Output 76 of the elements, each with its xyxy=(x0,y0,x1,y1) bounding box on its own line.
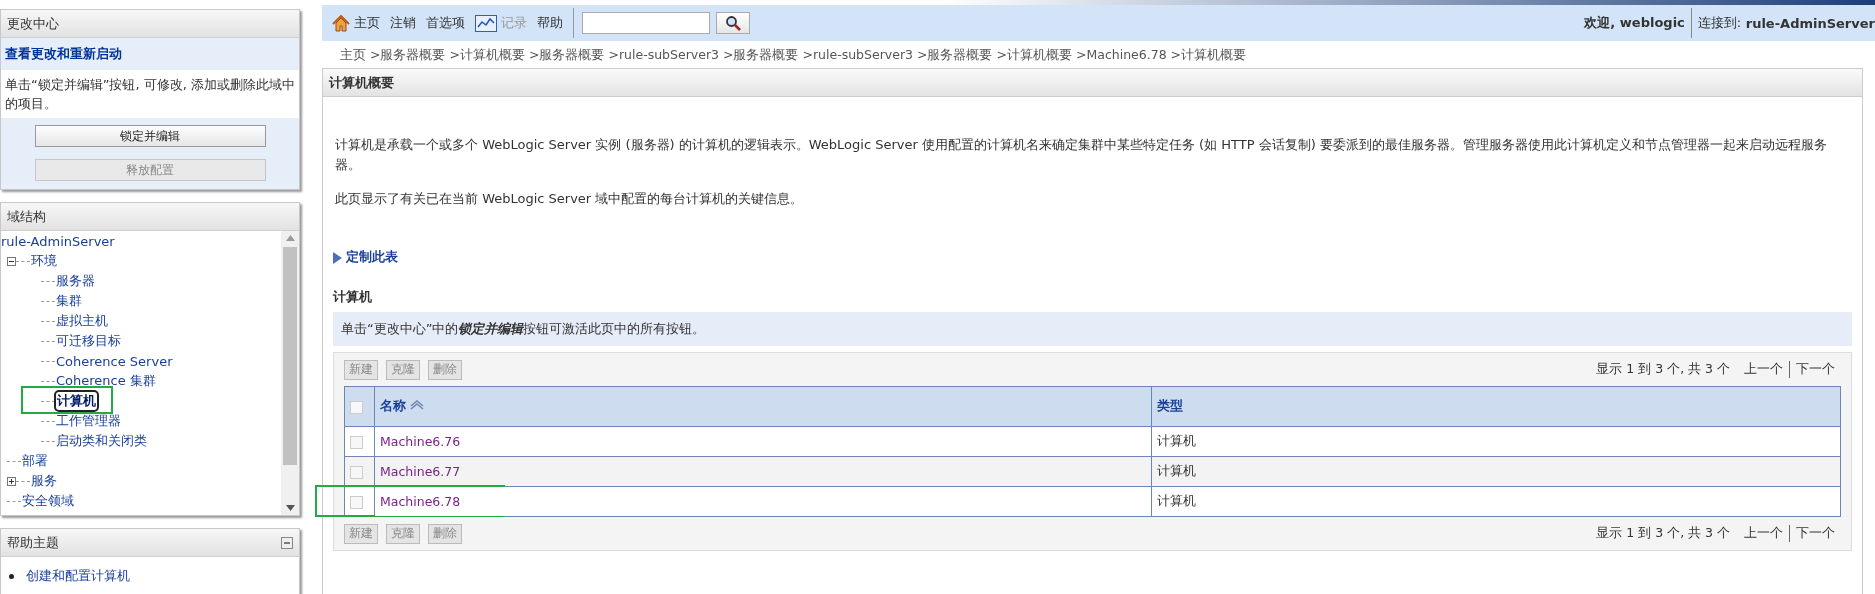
search-field[interactable] xyxy=(582,12,710,34)
tree-item[interactable]: Coherence Server xyxy=(56,353,173,369)
breadcrumb-link[interactable]: >计算机概要 xyxy=(449,47,525,68)
column-header[interactable]: 类型 xyxy=(1151,386,1841,427)
breadcrumb-link[interactable]: >服务器概要 xyxy=(723,47,799,68)
page-title: 计算机概要 xyxy=(329,73,394,92)
change-center-button[interactable]: 锁定并编辑 xyxy=(34,125,266,147)
breadcrumb-link[interactable]: >rule-subServer3 xyxy=(608,47,719,68)
search-icon xyxy=(725,15,741,31)
tree-item[interactable]: 部署 xyxy=(22,452,48,470)
welcome-text: 欢迎, weblogic xyxy=(1584,8,1692,38)
panel-title: 域结构 xyxy=(7,207,46,226)
tree-item[interactable]: 启动类和关闭类 xyxy=(56,432,147,450)
toolbar-link[interactable]: 帮助 xyxy=(537,14,563,32)
tree-item[interactable]: Coherence 集群 xyxy=(56,372,156,390)
breadcrumb-link[interactable]: >Machine6.78 xyxy=(1075,47,1167,68)
breadcrumb-link[interactable]: >服务器概要 xyxy=(528,47,605,68)
panel-title: 帮助主题 xyxy=(7,533,59,552)
row-checkbox[interactable] xyxy=(350,436,363,449)
bullet-icon xyxy=(9,573,14,579)
sort-icon xyxy=(410,400,424,410)
notice-text: 单击“更改中心”中的锁定并编辑按钮可激活此页中的所有按钮。 xyxy=(333,312,1852,346)
customize-table-link[interactable]: 定制此表 xyxy=(333,249,1862,266)
server-name: rule-AdminServer xyxy=(1744,15,1875,31)
pagination-summary: 显示 1 到 3 个, 共 3 个 xyxy=(1596,525,1730,542)
tree-item[interactable]: 虚拟主机 xyxy=(56,312,108,330)
description-text: 此页显示了有关已在当前 WebLogic Server 域中配置的每台计算机的关键信息。 xyxy=(334,190,805,208)
search-button[interactable] xyxy=(716,12,750,34)
tree-item[interactable]: 服务 xyxy=(31,472,57,490)
chart-icon xyxy=(475,14,497,32)
next-link[interactable]: 下一个 xyxy=(1789,361,1841,378)
tree-item[interactable]: 集群 xyxy=(56,292,82,310)
toolbar-link[interactable]: 注销 xyxy=(390,14,416,32)
breadcrumb-link[interactable]: 主页 xyxy=(340,47,366,68)
change-center-message: 单击“锁定并编辑”按钮, 可修改, 添加或删除此域中的项目。 xyxy=(1,70,299,118)
table-cell: 计算机 xyxy=(1151,426,1841,457)
panel-title: 更改中心 xyxy=(7,14,59,33)
breadcrumb-link[interactable]: >计算机概要 xyxy=(1170,47,1247,68)
scroll-down-icon[interactable] xyxy=(285,505,295,511)
tree-item[interactable]: 计算机 xyxy=(56,392,97,410)
scroll-up-icon[interactable] xyxy=(285,235,295,241)
next-link[interactable]: 下一个 xyxy=(1789,525,1841,542)
table-cell: 计算机 xyxy=(1151,486,1841,517)
breadcrumb-link[interactable]: >服务器概要 xyxy=(917,47,993,68)
tree-item[interactable]: 可迁移目标 xyxy=(56,332,121,350)
machine-link[interactable]: Machine6.77 xyxy=(380,464,461,479)
help-link[interactable]: 创建和配置计算机 xyxy=(26,567,130,585)
section-title: 计算机 xyxy=(333,288,373,306)
expand-icon[interactable] xyxy=(7,476,16,486)
pagination-summary: 显示 1 到 3 个, 共 3 个 xyxy=(1596,361,1730,378)
collapse-icon[interactable] xyxy=(7,256,16,266)
breadcrumb-link[interactable]: >服务器概要 xyxy=(370,47,446,68)
tree-item[interactable]: rule-AdminServer xyxy=(1,233,115,249)
tree-item[interactable]: 服务器 xyxy=(56,272,95,290)
view-changes-link[interactable]: 查看更改和重新启动 xyxy=(1,38,299,70)
breadcrumb-link[interactable]: >计算机概要 xyxy=(996,47,1072,68)
column-header[interactable]: 名称 xyxy=(374,386,1152,427)
select-all-checkbox[interactable] xyxy=(350,401,363,414)
expand-triangle-icon xyxy=(333,251,342,264)
breadcrumb-link[interactable]: >rule-subServer3 xyxy=(802,47,913,68)
previous-link[interactable]: 上一个 xyxy=(1738,361,1789,378)
row-checkbox[interactable] xyxy=(350,466,363,479)
previous-link[interactable]: 上一个 xyxy=(1738,525,1789,542)
description-text: 计算机是承载一个或多个 WebLogic Server 实例 (服务器) 的计算机的逻辑表示。WebLogic Server 使用配置的计算机名来确定集群中某些特定任务 (如 HTTP 会话复制) 要委派到的最佳服务器。管理服务器使用此计算机定义和节点管理器一起来启动远程服务器。 xyxy=(334,136,1828,174)
row-checkbox[interactable] xyxy=(350,496,363,509)
tree-item[interactable]: 环境 xyxy=(31,252,57,270)
machine-link[interactable]: Machine6.78 xyxy=(380,494,461,509)
connected-label: 连接到: xyxy=(1696,14,1742,32)
home-icon xyxy=(332,14,350,32)
toolbar-link[interactable]: 首选项 xyxy=(426,14,465,32)
scrollbar[interactable] xyxy=(281,231,299,515)
tree-item[interactable]: 安全领域 xyxy=(22,492,74,510)
table-cell: 计算机 xyxy=(1151,456,1841,487)
tree-item[interactable]: 工作管理器 xyxy=(56,412,121,430)
toolbar-link[interactable]: 主页 xyxy=(332,14,380,32)
machine-link[interactable]: Machine6.76 xyxy=(380,434,461,449)
